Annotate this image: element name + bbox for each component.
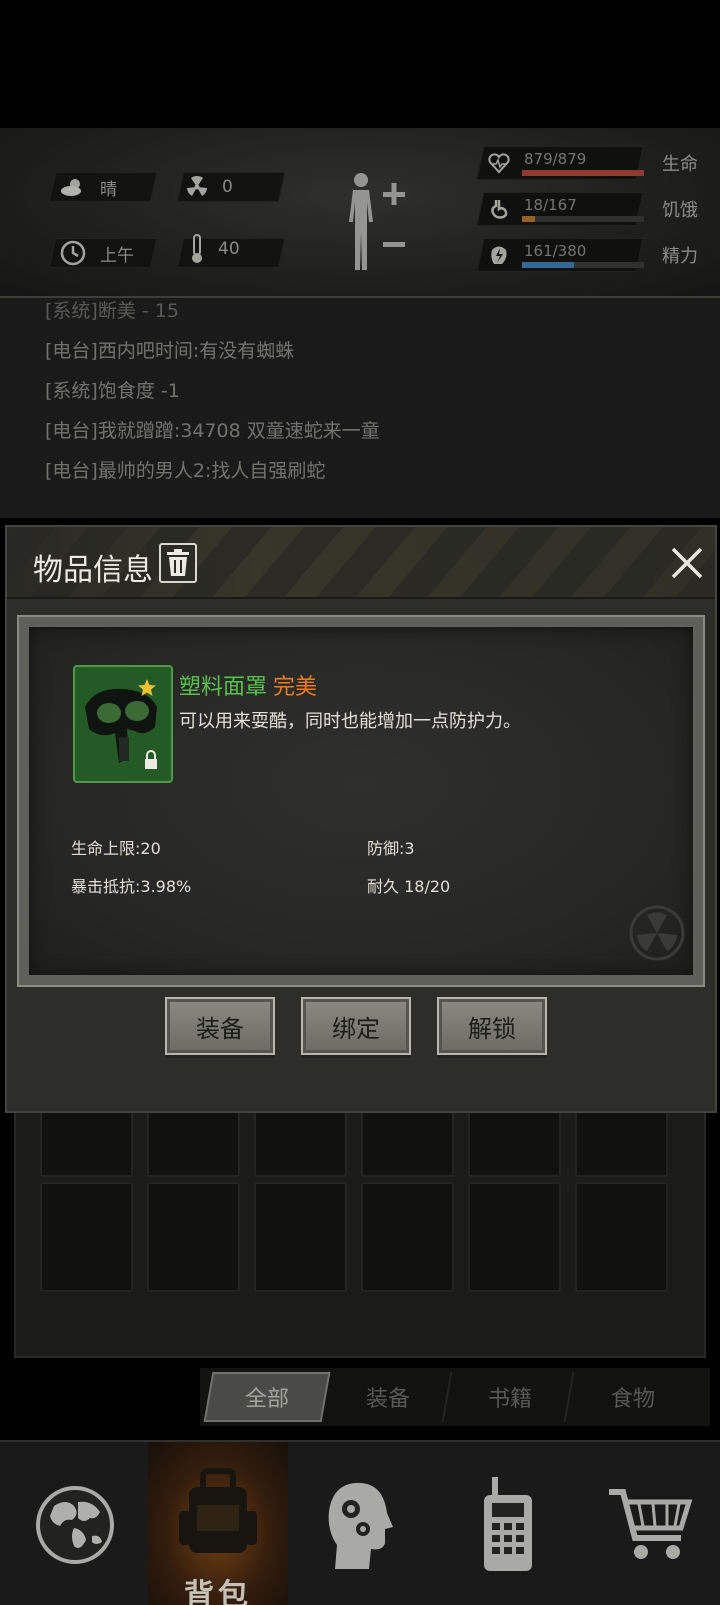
item-slot[interactable]: [73, 665, 173, 783]
modal-title: 物品信息: [33, 553, 153, 588]
modal-header: 物品信息: [7, 527, 715, 599]
equip-button[interactable]: 装备: [165, 997, 275, 1055]
watermark-radiation-icon: [629, 905, 685, 961]
unlock-button[interactable]: 解锁: [437, 997, 547, 1055]
trash-icon: [167, 549, 189, 576]
stat-durability: 耐久 18/20: [367, 877, 451, 896]
bind-button[interactable]: 绑定: [301, 997, 411, 1055]
plastic-mask-icon: [85, 679, 157, 769]
item-info-modal: 物品信息 塑料面罩 完美 可以用来耍酷，同时也能增加一点防护力。 生命上限:20…: [5, 525, 717, 1113]
close-icon[interactable]: [667, 543, 707, 583]
item-name: 塑料面罩 完美: [179, 669, 317, 701]
stat-max-health: 生命上限:20: [71, 839, 161, 858]
item-quality: 完美: [273, 675, 318, 700]
item-description: 可以用来耍酷，同时也能增加一点防护力。: [179, 711, 521, 732]
item-info-content: 塑料面罩 完美 可以用来耍酷，同时也能增加一点防护力。 生命上限:20 防御:3 …: [29, 627, 693, 975]
stat-crit-resist: 暴击抵抗:3.98%: [71, 877, 192, 896]
discard-button[interactable]: [159, 543, 197, 583]
item-name-text: 塑料面罩: [179, 675, 268, 700]
item-info-panel: 塑料面罩 完美 可以用来耍酷，同时也能增加一点防护力。 生命上限:20 防御:3 …: [17, 615, 705, 987]
stat-defense: 防御:3: [367, 839, 415, 858]
